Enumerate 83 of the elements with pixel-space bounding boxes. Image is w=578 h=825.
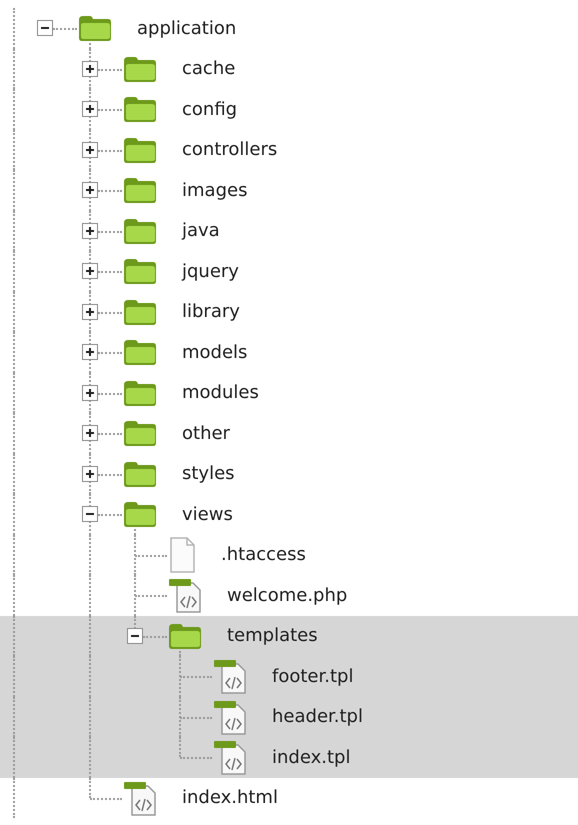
item-label: footer.tpl (272, 666, 354, 687)
folder-icon (122, 298, 158, 326)
code-file-icon (212, 739, 248, 776)
plus-icon (85, 266, 95, 276)
tree-row[interactable]: templates (0, 616, 578, 656)
expand-toggle[interactable] (127, 628, 143, 644)
plus-icon (85, 104, 95, 114)
item-label: jquery (182, 260, 239, 282)
expand-toggle[interactable] (82, 142, 98, 158)
item-label: styles (182, 463, 235, 484)
tree-row[interactable]: jquery (0, 251, 578, 292)
folder-icon (77, 14, 113, 42)
item-label: models (182, 342, 248, 363)
plus-icon (85, 64, 95, 74)
folder-icon (167, 622, 203, 650)
item-label: java (182, 220, 220, 242)
tree-row[interactable]: .htaccess (0, 534, 578, 575)
tree-row[interactable]: java (0, 210, 578, 251)
item-label: welcome.php (227, 584, 348, 606)
tree-row[interactable]: config (0, 89, 578, 130)
folder-icon (122, 216, 158, 245)
plus-icon (85, 468, 95, 479)
folder-icon (122, 500, 158, 528)
expand-toggle[interactable] (82, 60, 98, 77)
item-label: templates (227, 625, 318, 646)
expand-toggle[interactable] (82, 304, 98, 320)
plus-icon (85, 185, 95, 196)
tree-row[interactable]: views (0, 494, 578, 534)
item-label: library (182, 301, 240, 322)
item-label: views (182, 504, 233, 525)
tree-row[interactable]: styles (0, 454, 578, 494)
folder-icon (122, 176, 158, 204)
tree-row[interactable]: other (0, 413, 578, 454)
plus-icon (85, 306, 95, 317)
plus-icon (85, 226, 95, 236)
expand-toggle[interactable] (82, 263, 98, 280)
folder-icon (122, 338, 158, 366)
plus-icon (85, 144, 95, 155)
item-label: modules (182, 382, 259, 404)
plus-icon (85, 388, 95, 398)
item-label: other (182, 422, 230, 444)
folder-icon (122, 257, 158, 286)
expand-toggle[interactable] (82, 425, 98, 442)
expand-toggle[interactable] (82, 344, 98, 360)
expand-toggle[interactable] (82, 182, 98, 198)
plus-icon (85, 347, 95, 358)
item-label: index.tpl (272, 746, 350, 768)
item-label: cache (182, 58, 236, 80)
expand-toggle[interactable] (82, 101, 98, 118)
folder-icon (122, 54, 158, 83)
item-label: .htaccess (221, 544, 306, 566)
expand-toggle[interactable] (82, 466, 98, 482)
item-label: images (182, 180, 248, 201)
item-label: controllers (182, 139, 278, 160)
code-file-icon (167, 577, 203, 614)
tree-row[interactable]: controllers (0, 130, 578, 170)
tree-row[interactable]: footer.tpl (0, 656, 578, 696)
folder-icon (122, 419, 158, 448)
expand-toggle[interactable] (82, 384, 98, 401)
item-label: application (137, 18, 236, 39)
folder-icon (122, 136, 158, 164)
item-label: index.html (182, 787, 278, 808)
tree-row[interactable]: modules (0, 372, 578, 413)
folder-icon (122, 378, 158, 407)
tree-row[interactable]: application (0, 8, 578, 48)
tree-row[interactable]: index.html (0, 778, 578, 818)
expand-toggle[interactable] (37, 20, 53, 36)
expand-toggle[interactable] (82, 222, 98, 239)
item-label: config (182, 98, 238, 120)
folder-icon (122, 460, 158, 488)
expand-toggle[interactable] (82, 506, 98, 522)
tree-row[interactable]: images (0, 170, 578, 210)
tree-row[interactable]: models (0, 332, 578, 372)
tree-row[interactable]: cache (0, 48, 578, 89)
folder-icon (122, 95, 158, 124)
tree-row[interactable]: header.tpl (0, 696, 578, 737)
code-file-icon (212, 698, 248, 735)
item-label: header.tpl (272, 706, 363, 728)
code-file-icon (212, 658, 248, 694)
tree-row[interactable]: index.tpl (0, 737, 578, 778)
tree-row[interactable]: library (0, 292, 578, 332)
code-file-icon (122, 780, 158, 816)
plus-icon (85, 428, 95, 438)
